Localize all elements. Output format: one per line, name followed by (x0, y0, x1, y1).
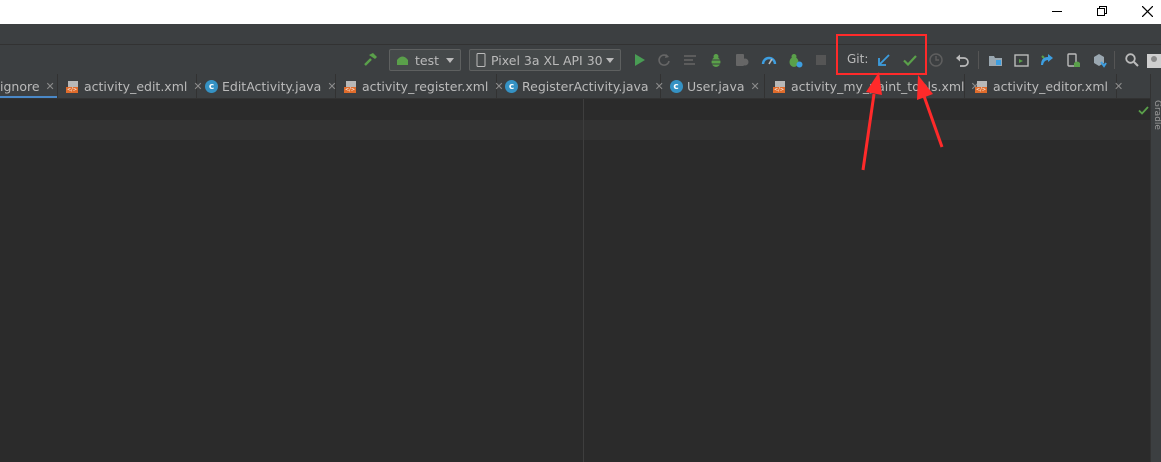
tab-label: ignore (0, 79, 40, 94)
restore-button[interactable] (1080, 0, 1124, 22)
xml-layout-icon: </> (773, 80, 787, 94)
folder-structure-icon (988, 55, 1002, 66)
close-window-button[interactable] (1125, 0, 1161, 22)
tab-activity-register-xml[interactable]: </> activity_register.xml ✕ (338, 74, 504, 98)
editor-tab-bar: ignore ✕ </> activity_edit.xml ✕ c EditA… (0, 74, 1161, 99)
xml-layout-icon: </> (344, 80, 358, 94)
run-button[interactable] (630, 48, 650, 72)
java-class-icon: c (505, 80, 518, 94)
apply-code-changes-button[interactable] (680, 48, 700, 72)
tab-label: activity_editor.xml (993, 79, 1108, 94)
close-tab-icon[interactable]: ✕ (327, 80, 336, 93)
device-select[interactable]: Pixel 3a XL API 30 (469, 49, 621, 71)
java-class-icon: c (669, 80, 683, 94)
restart-icon (658, 54, 670, 66)
toolbar-separator (978, 51, 979, 69)
ide-window: test Pixel 3a XL API 30 Git: ignore ✕ </… (0, 0, 1161, 462)
attach-debugger-icon (736, 54, 749, 66)
stop-button[interactable] (812, 48, 830, 72)
play-icon (635, 54, 645, 66)
account-button[interactable] (1146, 48, 1161, 72)
avd-manager-button[interactable] (1063, 48, 1083, 72)
tab-activity-editor-xml[interactable]: </> activity_editor.xml ✕ (969, 74, 1123, 98)
right-tool-strip (1150, 74, 1161, 462)
git-history-button[interactable] (926, 48, 946, 72)
search-everywhere-button[interactable] (1122, 48, 1142, 72)
project-structure-button[interactable] (985, 48, 1005, 72)
tab-label: activity_my_paint_tools.xml (791, 79, 965, 94)
gauge-icon (761, 56, 777, 65)
close-tab-icon[interactable]: ✕ (46, 80, 55, 93)
chevron-down-icon (606, 57, 614, 63)
undo-icon (956, 54, 969, 67)
gradle-tool-window-button[interactable]: Gradle (1152, 100, 1161, 130)
device-manager-button[interactable] (1011, 48, 1031, 72)
search-icon (1125, 53, 1139, 67)
run-config-select[interactable]: test (389, 49, 461, 71)
code-editor[interactable] (0, 99, 1150, 462)
tab-label: activity_register.xml (362, 79, 489, 94)
sdk-manager-button[interactable] (1089, 48, 1109, 72)
minimize-icon (1052, 10, 1062, 12)
close-icon (1141, 5, 1153, 17)
android-icon (397, 56, 408, 65)
close-tab-icon[interactable]: ✕ (1114, 80, 1123, 93)
xml-layout-icon: </> (975, 80, 989, 94)
coverage-button[interactable] (784, 48, 806, 72)
annotation-highlight-box (836, 34, 927, 75)
tab-gitignore[interactable]: ignore ✕ (0, 74, 58, 98)
bug-coverage-icon (789, 53, 803, 67)
git-rollback-button[interactable] (952, 48, 972, 72)
close-tab-icon[interactable]: ✕ (751, 80, 760, 93)
hammer-icon (364, 53, 377, 66)
gradle-sync-icon (1041, 54, 1053, 65)
debug-button[interactable] (706, 48, 726, 72)
sync-gradle-button[interactable] (1037, 48, 1057, 72)
inspection-ok-icon (1138, 100, 1149, 119)
code-lines-icon (684, 55, 696, 65)
main-toolbar: test Pixel 3a XL API 30 Git: (0, 44, 1161, 74)
current-line-highlight (0, 120, 1150, 140)
tab-user-java[interactable]: c User.java ✕ (663, 74, 765, 98)
tab-editactivity-java[interactable]: c EditActivity.java ✕ (199, 74, 337, 98)
menu-strip (0, 24, 1161, 44)
clock-icon (929, 53, 943, 67)
restore-icon (1097, 6, 1107, 16)
sdk-box-icon (1093, 53, 1107, 68)
tab-activity-edit-xml[interactable]: </> activity_edit.xml ✕ (60, 74, 203, 98)
tab-activity-my-paint-tools-xml[interactable]: </> activity_my_paint_tools.xml ✕ (767, 74, 980, 98)
java-class-icon: c (205, 80, 218, 94)
minimize-button[interactable] (1035, 0, 1079, 22)
phone-icon (476, 53, 486, 67)
stop-icon (816, 55, 826, 65)
run-config-label: test (415, 52, 440, 68)
avatar-icon (1147, 53, 1161, 68)
window-title-bar (0, 0, 1161, 24)
chevron-down-icon (446, 57, 454, 63)
editor-right-margin (583, 99, 584, 462)
tab-label: User.java (687, 79, 745, 94)
device-label: Pixel 3a XL API 30 (491, 52, 603, 68)
profile-button[interactable] (758, 48, 780, 72)
bug-icon (710, 53, 722, 67)
tab-label: RegisterActivity.java (522, 79, 649, 94)
xml-layout-icon: </> (66, 80, 80, 94)
tab-label: EditActivity.java (222, 79, 322, 94)
tab-label: activity_edit.xml (84, 79, 188, 94)
apply-changes-button[interactable] (654, 48, 674, 72)
tab-registeractivity-java[interactable]: c RegisterActivity.java ✕ (499, 74, 664, 98)
build-button[interactable] (360, 48, 380, 72)
phone-android-icon (1066, 52, 1080, 67)
device-manager-icon (1013, 53, 1029, 67)
toolbar-separator (1114, 51, 1115, 69)
attach-debugger-button[interactable] (732, 48, 752, 72)
